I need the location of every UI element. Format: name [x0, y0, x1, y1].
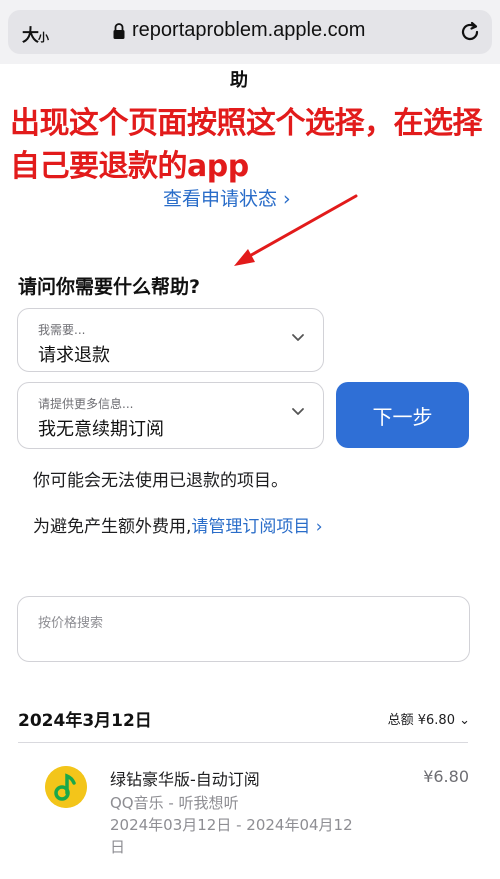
text-size-small-label: 小 — [38, 31, 49, 44]
purchase-item-dates: 2024年03月12日 - 2024年04月12日 — [110, 816, 353, 856]
need-select-caption: 我需要... — [38, 323, 86, 337]
divider — [18, 742, 468, 743]
qq-music-icon[interactable] — [45, 766, 87, 808]
help-question-heading: 请问你需要什么帮助? — [18, 276, 201, 298]
purchase-date-heading: 2024年3月12日 — [18, 711, 152, 731]
url-text[interactable]: reportaproblem.apple.com — [132, 19, 365, 42]
check-status-link[interactable]: 查看申请状态 › — [163, 184, 291, 211]
refund-notice: 你可能会无法使用已退款的项目。 — [33, 471, 288, 491]
more-info-select[interactable]: 请提供更多信息... 我无意续期订阅 — [17, 382, 324, 449]
purchase-item-price: ¥6.80 — [423, 767, 469, 786]
reload-icon[interactable] — [458, 20, 482, 44]
address-bar[interactable]: 大小 reportaproblem.apple.com — [8, 10, 492, 54]
need-select-value: 请求退款 — [38, 345, 110, 366]
chevron-down-icon — [292, 334, 304, 341]
more-info-select-value: 我无意续期订阅 — [38, 419, 164, 440]
purchase-item-title[interactable]: 绿钻豪华版-自动订阅 — [110, 766, 260, 790]
browser-toolbar: 大小 reportaproblem.apple.com — [0, 0, 500, 64]
chevron-down-icon — [292, 408, 304, 415]
price-search-box[interactable] — [17, 596, 470, 662]
price-search-input[interactable] — [36, 615, 440, 632]
purchase-item-app: QQ音乐 - 听我想听 — [110, 794, 239, 812]
annotation-overlay-text: 出现这个页面按照这个选择，在选择自己要退款的app — [10, 106, 483, 184]
extra-charge-notice: 为避免产生额外费用,请管理订阅项目 › — [33, 512, 323, 537]
next-step-button[interactable]: 下一步 — [336, 382, 469, 448]
text-size-button[interactable]: 大小 — [22, 21, 49, 46]
need-select[interactable]: 我需要... 请求退款 — [17, 308, 324, 372]
lock-icon — [113, 23, 125, 39]
page-title-partial: 助 — [230, 70, 248, 91]
manage-subscriptions-link[interactable]: 请管理订阅项目 › — [191, 517, 322, 537]
extra-charge-text: 为避免产生额外费用, — [33, 517, 192, 537]
purchase-total-toggle[interactable]: 总额 ¥6.80 ⌄ — [388, 709, 470, 728]
more-info-select-caption: 请提供更多信息... — [38, 397, 134, 411]
text-size-big-label: 大 — [22, 26, 39, 46]
